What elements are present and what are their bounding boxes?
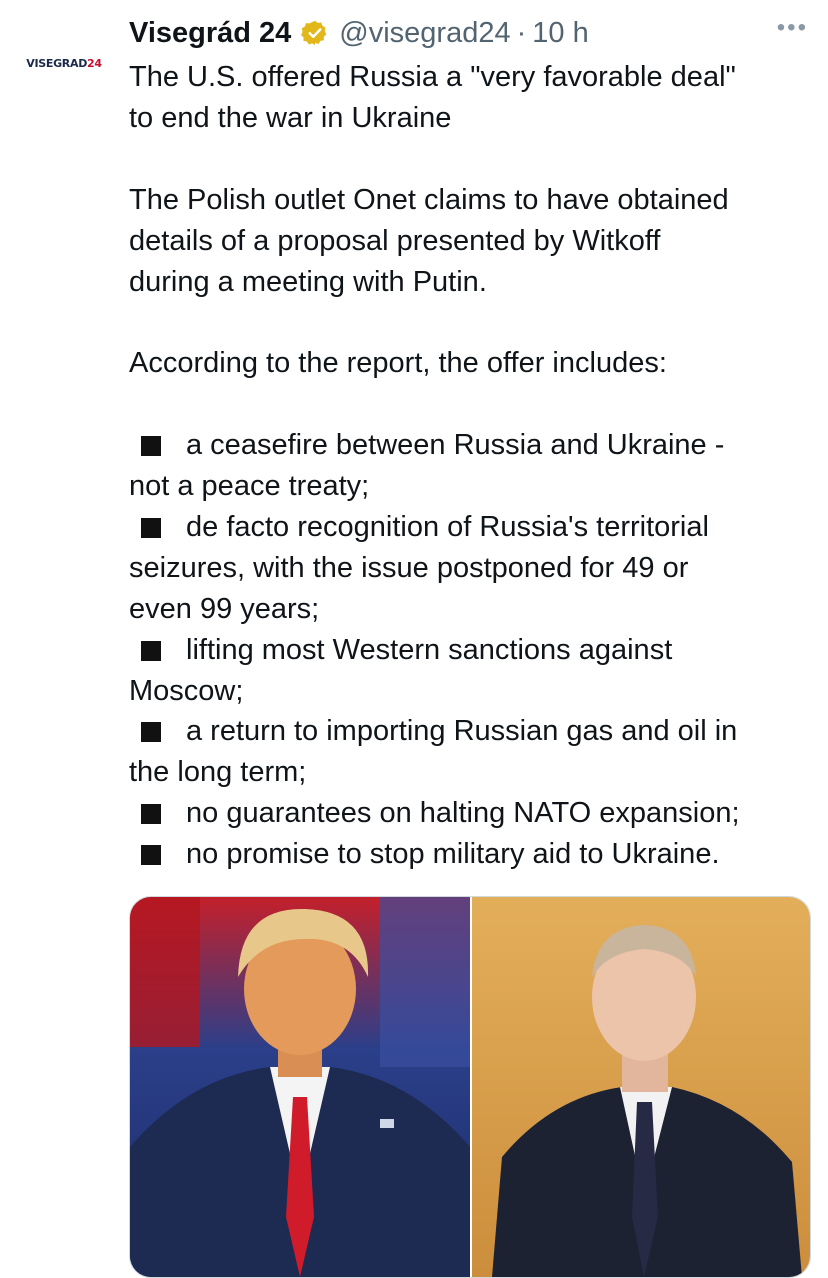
separator: ·	[516, 16, 527, 49]
bullet-square-icon	[141, 517, 161, 538]
more-options-icon[interactable]: •••	[777, 14, 808, 42]
list-item: no promise to stop military aid to Ukrai…	[129, 834, 809, 875]
timestamp[interactable]: 10 h	[532, 17, 588, 50]
putin-photo[interactable]	[472, 897, 810, 1277]
bullet-square-icon	[141, 640, 161, 661]
list-item: a return to importing Russian gas and oi…	[129, 711, 809, 752]
text-line: during a meeting with Putin.	[129, 265, 487, 298]
text-line: details of a proposal presented by Witko…	[129, 224, 661, 257]
list-item: de facto recognition of Russia's territo…	[129, 507, 809, 548]
text-line: the long term;	[129, 756, 307, 789]
bullet-square-icon	[141, 804, 161, 825]
trump-photo[interactable]	[130, 897, 470, 1277]
list-item: lifting most Western sanctions against	[129, 630, 809, 671]
text-line: even 99 years;	[129, 592, 320, 625]
list-item: no guarantees on halting NATO expansion;	[129, 793, 809, 834]
media-image[interactable]	[129, 896, 811, 1278]
bullet-square-icon	[141, 845, 161, 866]
handle[interactable]: @visegrad24	[339, 17, 510, 50]
text-line: not a peace treaty;	[129, 470, 370, 503]
list-item: a ceasefire between Russia and Ukraine -	[129, 425, 809, 466]
display-name[interactable]: Visegrád 24	[129, 17, 291, 50]
bullet-square-icon	[141, 436, 161, 457]
text-line: The Polish outlet Onet claims to have ob…	[129, 183, 729, 216]
text-line: to end the war in Ukraine	[129, 101, 452, 134]
text-line: According to the report, the offer inclu…	[129, 347, 667, 380]
verified-badge-icon[interactable]	[301, 19, 329, 47]
text-line: Moscow;	[129, 674, 244, 707]
tweet-header: Visegrád 24 @visegrad24 · 10 h	[129, 10, 812, 56]
bullet-square-icon	[141, 722, 161, 743]
text-line: seizures, with the issue postponed for 4…	[129, 551, 689, 584]
tweet-text: The U.S. offered Russia a "very favorabl…	[129, 57, 809, 875]
avatar[interactable]: VISEGRAD24	[18, 30, 110, 96]
visegrad-logo: VISEGRAD24	[26, 56, 102, 70]
text-line: The U.S. offered Russia a "very favorabl…	[129, 61, 736, 93]
